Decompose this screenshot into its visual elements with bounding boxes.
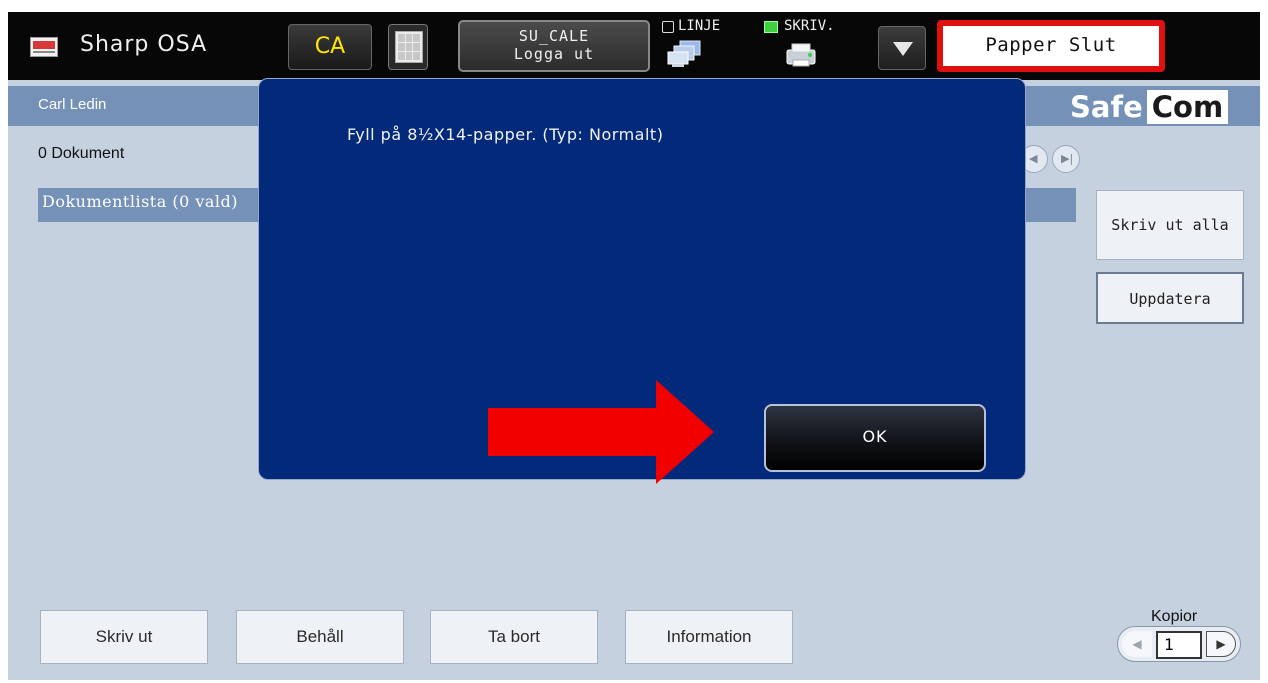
print-status: SKRIV. <box>762 18 872 74</box>
delete-button[interactable]: Ta bort <box>430 610 598 664</box>
keep-button[interactable]: Behåll <box>236 610 404 664</box>
sharp-osa-logo-icon <box>30 37 58 57</box>
chevron-down-icon <box>893 42 913 56</box>
keypad-icon <box>395 31 423 63</box>
top-bar: Sharp OSA CA SU_CALE Logga ut LINJE SKRI… <box>8 12 1260 80</box>
refresh-button[interactable]: Uppdatera <box>1096 272 1244 324</box>
safecom-logo-com: Com <box>1146 90 1229 124</box>
printer-icon <box>786 43 816 67</box>
copies-decrement-button[interactable]: ◀ <box>1122 631 1152 657</box>
safecom-logo-safe: Safe <box>1070 90 1143 124</box>
copies-stepper: ◀ 1 ▶ <box>1117 626 1241 662</box>
document-count: 0 Dokument <box>38 145 125 162</box>
ok-button[interactable]: OK <box>764 404 986 472</box>
computer-icon <box>667 40 701 67</box>
chevron-left-icon: ◀ <box>1029 152 1038 165</box>
line-status: LINJE <box>662 18 746 74</box>
information-button[interactable]: Information <box>625 610 793 664</box>
line-checkbox-icon <box>662 21 674 33</box>
print-button[interactable]: Skriv ut <box>40 610 208 664</box>
logout-button[interactable]: SU_CALE Logga ut <box>458 20 650 72</box>
logout-label: Logga ut <box>513 45 595 63</box>
app-title: Sharp OSA <box>80 32 208 57</box>
paper-out-label: Papper Slut <box>943 26 1159 66</box>
copies-input[interactable]: 1 <box>1156 631 1202 659</box>
dialog-message: Fyll på 8½X14-papper. (Typ: Normalt) <box>347 125 664 144</box>
clear-all-button[interactable]: CA <box>288 24 372 70</box>
line-status-label: LINJE <box>678 18 721 34</box>
print-all-button[interactable]: Skriv ut alla <box>1096 190 1244 260</box>
skip-end-icon: ▶| <box>1061 152 1074 165</box>
copies-increment-button[interactable]: ▶ <box>1206 631 1236 657</box>
keypad-button[interactable] <box>388 24 428 70</box>
user-name: Carl Ledin <box>38 96 107 113</box>
status-dropdown-button[interactable] <box>878 26 926 70</box>
paper-out-alert[interactable]: Papper Slut <box>937 20 1165 72</box>
copies-label: Kopior <box>1151 608 1198 625</box>
page-last-button[interactable]: ▶| <box>1052 145 1080 173</box>
user-id-label: SU_CALE <box>518 27 590 45</box>
safecom-logo: Safe Com <box>1066 88 1229 126</box>
red-arrow-icon <box>488 380 714 484</box>
print-led-icon <box>764 21 778 33</box>
document-list-title: Dokumentlista (0 vald) <box>42 192 239 211</box>
print-status-label: SKRIV. <box>784 18 835 34</box>
